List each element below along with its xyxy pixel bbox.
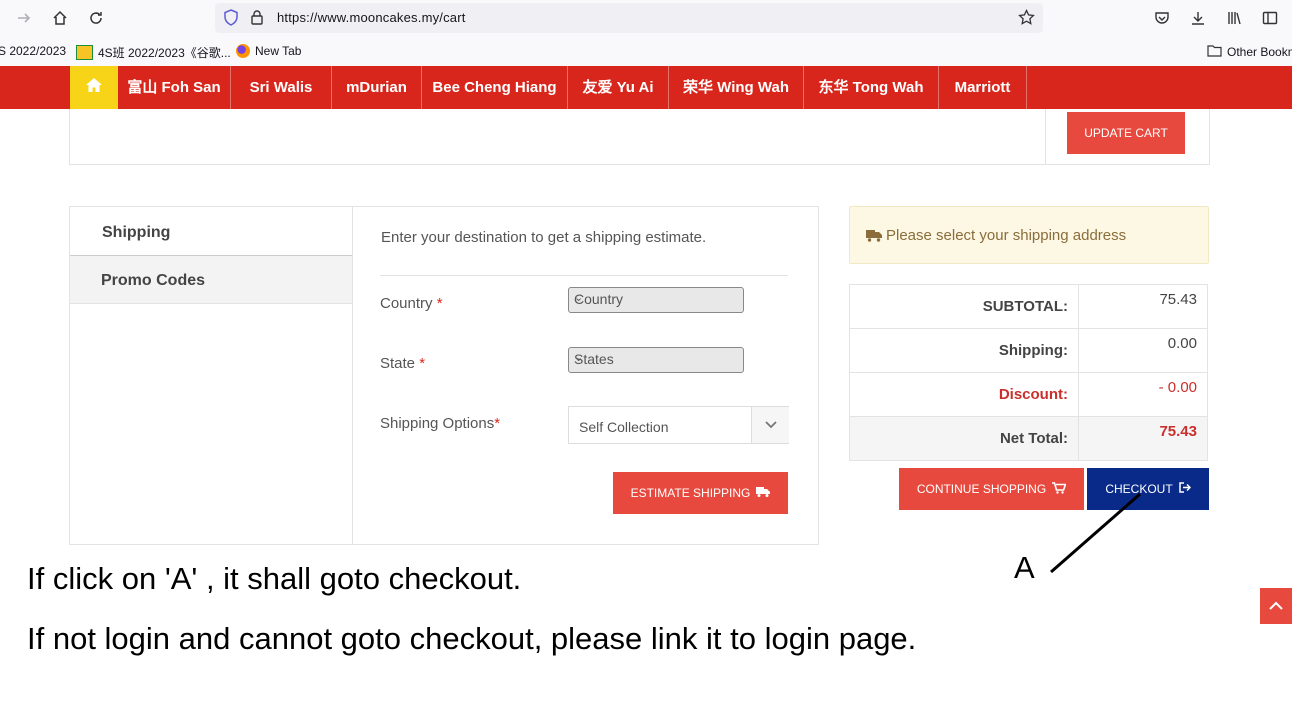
bookmark-label: S 2022/2023 <box>0 44 67 58</box>
subtotal-value: 75.43 <box>1078 284 1208 329</box>
bookmark-item[interactable]: S 2022/2023 <box>0 44 66 58</box>
divider <box>1045 109 1046 164</box>
annotation-arrow <box>1050 492 1141 574</box>
bookmark-label: New Tab <box>255 44 302 58</box>
country-label-text: Country <box>380 295 433 312</box>
discount-value: - 0.00 <box>1078 372 1208 417</box>
truck-icon <box>866 229 882 247</box>
nav-item-marriott[interactable]: Marriott <box>939 66 1027 109</box>
annotation-marker: A <box>1014 550 1035 585</box>
folder-icon <box>1207 44 1222 60</box>
url-text: https://www.mooncakes.my/cart <box>277 10 466 25</box>
discount-label: Discount: <box>849 372 1079 417</box>
state-select[interactable]: States ⌄ <box>568 347 744 373</box>
bookmark-item[interactable]: 4S班 2022/2023《谷歌... <box>76 44 231 61</box>
reload-icon[interactable] <box>84 6 108 30</box>
bookmark-label: 4S班 2022/2023《谷歌... <box>98 46 231 60</box>
classroom-icon <box>76 45 93 60</box>
alert-text: Please select your shipping address <box>886 227 1127 244</box>
shipping-intro: Enter your destination to get a shipping… <box>381 229 707 246</box>
sidebar-icon[interactable] <box>1258 6 1282 30</box>
annotation-line-1: If click on 'A' , it shall goto checkout… <box>27 561 522 596</box>
table-row: Discount: - 0.00 <box>849 372 1208 417</box>
bookmarks-bar: S 2022/2023 4S班 2022/2023《谷歌... New Tab … <box>0 36 1292 67</box>
required-mark: * <box>436 295 443 312</box>
browser-toolbar: https://www.mooncakes.my/cart <box>0 0 1292 36</box>
chevron-down-icon: ⌄ <box>574 292 584 304</box>
table-row: Shipping: 0.00 <box>849 328 1208 373</box>
truck-icon <box>756 486 771 500</box>
nav-home-button[interactable] <box>70 66 118 109</box>
home-icon <box>85 77 103 98</box>
shipping-options-select[interactable]: Self Collection <box>568 406 789 444</box>
annotation-line-2: If not login and cannot goto checkout, p… <box>27 621 917 656</box>
required-mark: * <box>419 355 426 372</box>
other-bookmarks-label: Other Bookm <box>1227 45 1292 59</box>
state-label: State * <box>380 355 425 372</box>
pocket-icon[interactable] <box>1150 6 1174 30</box>
continue-shopping-label: CONTINUE SHOPPING <box>916 482 1047 496</box>
nav-item-sri-walis[interactable]: Sri Walis <box>231 66 332 109</box>
bookmark-item[interactable]: New Tab <box>236 44 301 58</box>
nav-item-mdurian[interactable]: mDurian <box>332 66 422 109</box>
brand-nav: 富山 Foh San Sri Walis mDurian Bee Cheng H… <box>0 66 1292 109</box>
shield-icon[interactable] <box>223 9 239 31</box>
download-icon[interactable] <box>1186 6 1210 30</box>
chevron-down-icon: ⌄ <box>574 352 584 364</box>
shipping-alert: Please select your shipping address <box>849 206 1209 264</box>
shipping-value: 0.00 <box>1078 328 1208 373</box>
required-mark: * <box>494 415 501 432</box>
star-icon[interactable] <box>1018 8 1035 31</box>
shipping-tabs: Shipping Promo Codes <box>70 207 353 544</box>
estimate-shipping-label: ESTIMATE SHIPPING <box>630 486 751 500</box>
other-bookmarks[interactable]: Other Bookm <box>1207 44 1292 60</box>
update-cart-button[interactable]: UPDATE CART <box>1067 112 1185 154</box>
divider <box>380 275 788 276</box>
tab-label: Shipping <box>102 224 171 241</box>
nav-item-bee-cheng-hiang[interactable]: Bee Cheng Hiang <box>422 66 568 109</box>
country-select[interactable]: Country ⌄ <box>568 287 744 313</box>
nav-item-wing-wah[interactable]: 荣华 Wing Wah <box>669 66 804 109</box>
chevron-up-icon <box>1269 597 1283 615</box>
forward-icon[interactable] <box>12 6 36 30</box>
tab-label: Promo Codes <box>101 272 206 289</box>
library-icon[interactable] <box>1222 6 1246 30</box>
lock-icon[interactable] <box>249 9 265 31</box>
scroll-top-button[interactable] <box>1260 588 1292 624</box>
cart-actions-row: UPDATE CART <box>69 109 1210 165</box>
shipping-label: Shipping: <box>849 328 1079 373</box>
shipping-options-label: Shipping Options* <box>380 415 500 432</box>
sign-out-icon <box>1178 482 1191 496</box>
home-icon[interactable] <box>48 6 72 30</box>
nav-item-yu-ai[interactable]: 友爱 Yu Ai <box>568 66 669 109</box>
nav-item-foh-san[interactable]: 富山 Foh San <box>118 66 231 109</box>
tab-promo-codes[interactable]: Promo Codes <box>70 256 352 304</box>
net-total-label: Net Total: <box>849 416 1079 461</box>
net-total-value: 75.43 <box>1078 416 1208 461</box>
order-totals: SUBTOTAL: 75.43 Shipping: 0.00 Discount:… <box>849 284 1208 461</box>
shipping-options-label-text: Shipping Options <box>380 415 495 432</box>
shipping-options-value: Self Collection <box>579 419 669 435</box>
shipping-panel: Shipping Promo Codes Enter your destinat… <box>69 206 819 545</box>
subtotal-label: SUBTOTAL: <box>849 284 1079 329</box>
table-row: Net Total: 75.43 <box>849 416 1208 461</box>
estimate-shipping-button[interactable]: ESTIMATE SHIPPING <box>613 472 788 514</box>
table-row: SUBTOTAL: 75.43 <box>849 284 1208 329</box>
nav-item-tong-wah[interactable]: 东华 Tong Wah <box>804 66 939 109</box>
country-label: Country * <box>380 295 443 312</box>
state-label-text: State <box>380 355 416 372</box>
firefox-icon <box>236 44 250 58</box>
chevron-down-icon[interactable] <box>751 407 789 443</box>
tab-shipping[interactable]: Shipping <box>70 208 352 256</box>
url-bar[interactable]: https://www.mooncakes.my/cart <box>215 3 1043 33</box>
